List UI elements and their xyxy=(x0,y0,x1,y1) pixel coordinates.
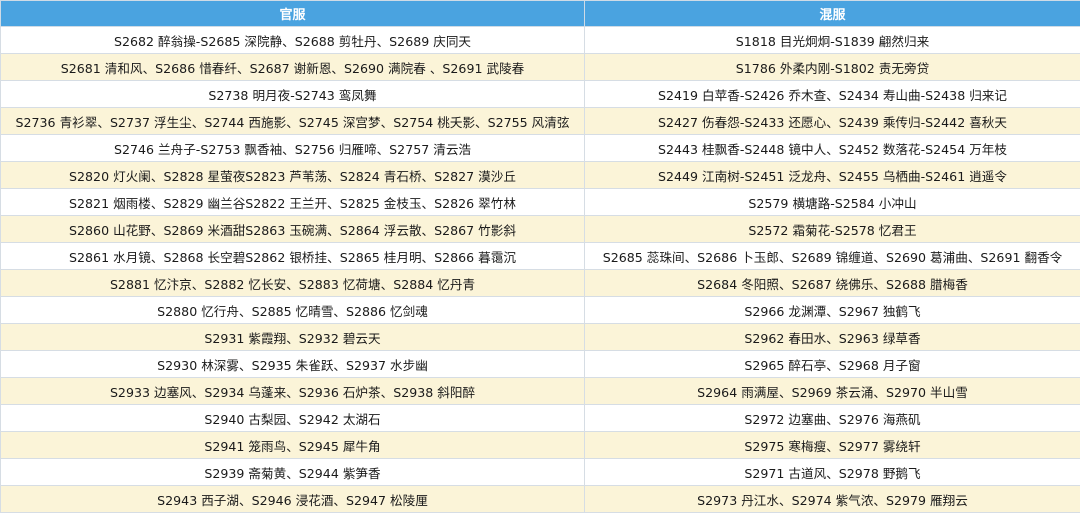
mixed-cell: S2684 冬阳照、S2687 绕佛乐、S2688 腊梅香 xyxy=(585,270,1080,297)
mixed-cell: S2449 江南树-S2451 泛龙舟、S2455 乌栖曲-S2461 逍遥令 xyxy=(585,162,1080,189)
header-official-servers: 官服 xyxy=(1,1,585,27)
table-row: S2931 紫霞翔、S2932 碧云天 S2962 春田水、S2963 绿草香 xyxy=(1,324,1080,351)
mixed-cell: S2572 霜菊花-S2578 忆君王 xyxy=(585,216,1080,243)
official-cell: S2738 明月夜-S2743 鸾凤舞 xyxy=(1,81,585,108)
header-row: 官服 混服 xyxy=(1,1,1080,27)
official-cell: S2940 古梨园、S2942 太湖石 xyxy=(1,405,585,432)
official-cell: S2746 兰舟子-S2753 飘香袖、S2756 归雁啼、S2757 清云浩 xyxy=(1,135,585,162)
official-cell: S2880 忆行舟、S2885 忆晴雪、S2886 忆剑魂 xyxy=(1,297,585,324)
mixed-cell: S2972 边塞曲、S2976 海燕矶 xyxy=(585,405,1080,432)
table-row: S2860 山花野、S2869 米酒甜S2863 玉碗满、S2864 浮云散、S… xyxy=(1,216,1080,243)
header-mixed-servers: 混服 xyxy=(585,1,1080,27)
table-row: S2861 水月镜、S2868 长空碧S2862 银桥挂、S2865 桂月明、S… xyxy=(1,243,1080,270)
mixed-cell: S2971 古道风、S2978 野鹅飞 xyxy=(585,459,1080,486)
mixed-cell: S2427 伤春怨-S2433 还愿心、S2439 乘传归-S2442 喜秋天 xyxy=(585,108,1080,135)
official-cell: S2681 清和风、S2686 惜春纤、S2687 谢新恩、S2690 满院春 … xyxy=(1,54,585,81)
official-cell: S2943 西子湖、S2946 浸花酒、S2947 松陵厘 xyxy=(1,486,585,513)
server-table: 官服 混服 S2682 醉翁操-S2685 深院静、S2688 剪牡丹、S268… xyxy=(0,0,1080,513)
mixed-cell: S2966 龙渊潭、S2967 独鹤飞 xyxy=(585,297,1080,324)
mixed-cell: S1818 目光炯炯-S1839 翩然归来 xyxy=(585,27,1080,54)
table-row: S2682 醉翁操-S2685 深院静、S2688 剪牡丹、S2689 庆同天 … xyxy=(1,27,1080,54)
official-cell: S2861 水月镜、S2868 长空碧S2862 银桥挂、S2865 桂月明、S… xyxy=(1,243,585,270)
table-row: S2681 清和风、S2686 惜春纤、S2687 谢新恩、S2690 满院春 … xyxy=(1,54,1080,81)
official-cell: S2736 青衫翠、S2737 浮生尘、S2744 西施影、S2745 深宫梦、… xyxy=(1,108,585,135)
table-row: S2881 忆汴京、S2882 忆长安、S2883 忆荷塘、S2884 忆丹青 … xyxy=(1,270,1080,297)
table-row: S2930 林深雾、S2935 朱雀跃、S2937 水步幽 S2965 醉石亭、… xyxy=(1,351,1080,378)
official-cell: S2881 忆汴京、S2882 忆长安、S2883 忆荷塘、S2884 忆丹青 xyxy=(1,270,585,297)
official-cell: S2941 笼雨鸟、S2945 犀牛角 xyxy=(1,432,585,459)
mixed-cell: S2975 寒梅瘦、S2977 雾绕轩 xyxy=(585,432,1080,459)
official-cell: S2930 林深雾、S2935 朱雀跃、S2937 水步幽 xyxy=(1,351,585,378)
mixed-cell: S2962 春田水、S2963 绿草香 xyxy=(585,324,1080,351)
mixed-cell: S2579 横塘路-S2584 小冲山 xyxy=(585,189,1080,216)
official-cell: S2821 烟雨楼、S2829 幽兰谷S2822 王兰开、S2825 金枝玉、S… xyxy=(1,189,585,216)
mixed-cell: S2964 雨满屋、S2969 茶云涌、S2970 半山雪 xyxy=(585,378,1080,405)
official-cell: S2860 山花野、S2869 米酒甜S2863 玉碗满、S2864 浮云散、S… xyxy=(1,216,585,243)
official-cell: S2939 斋菊黄、S2944 紫笋香 xyxy=(1,459,585,486)
table-row: S2941 笼雨鸟、S2945 犀牛角 S2975 寒梅瘦、S2977 雾绕轩 xyxy=(1,432,1080,459)
table-row: S2821 烟雨楼、S2829 幽兰谷S2822 王兰开、S2825 金枝玉、S… xyxy=(1,189,1080,216)
table-row: S2746 兰舟子-S2753 飘香袖、S2756 归雁啼、S2757 清云浩 … xyxy=(1,135,1080,162)
mixed-cell: S2443 桂飘香-S2448 镜中人、S2452 数落花-S2454 万年枝 xyxy=(585,135,1080,162)
table-row: S2738 明月夜-S2743 鸾凤舞 S2419 白苹香-S2426 乔木查、… xyxy=(1,81,1080,108)
official-cell: S2820 灯火阑、S2828 星萤夜S2823 芦苇荡、S2824 青石桥、S… xyxy=(1,162,585,189)
table-row: S2820 灯火阑、S2828 星萤夜S2823 芦苇荡、S2824 青石桥、S… xyxy=(1,162,1080,189)
table-row: S2736 青衫翠、S2737 浮生尘、S2744 西施影、S2745 深宫梦、… xyxy=(1,108,1080,135)
official-cell: S2682 醉翁操-S2685 深院静、S2688 剪牡丹、S2689 庆同天 xyxy=(1,27,585,54)
mixed-cell: S1786 外柔内刚-S1802 责无旁贷 xyxy=(585,54,1080,81)
official-cell: S2933 边塞风、S2934 乌蓬来、S2936 石炉茶、S2938 斜阳醉 xyxy=(1,378,585,405)
mixed-cell: S2685 蕊珠间、S2686 卜玉郎、S2689 锦缠道、S2690 葛浦曲、… xyxy=(585,243,1080,270)
mixed-cell: S2419 白苹香-S2426 乔木查、S2434 寿山曲-S2438 归来记 xyxy=(585,81,1080,108)
official-cell: S2931 紫霞翔、S2932 碧云天 xyxy=(1,324,585,351)
mixed-cell: S2973 丹江水、S2974 紫气浓、S2979 雁翔云 xyxy=(585,486,1080,513)
table-row: S2943 西子湖、S2946 浸花酒、S2947 松陵厘 S2973 丹江水、… xyxy=(1,486,1080,513)
table-row: S2940 古梨园、S2942 太湖石 S2972 边塞曲、S2976 海燕矶 xyxy=(1,405,1080,432)
mixed-cell: S2965 醉石亭、S2968 月子窗 xyxy=(585,351,1080,378)
table-row: S2880 忆行舟、S2885 忆晴雪、S2886 忆剑魂 S2966 龙渊潭、… xyxy=(1,297,1080,324)
table-row: S2939 斋菊黄、S2944 紫笋香 S2971 古道风、S2978 野鹅飞 xyxy=(1,459,1080,486)
table-row: S2933 边塞风、S2934 乌蓬来、S2936 石炉茶、S2938 斜阳醉 … xyxy=(1,378,1080,405)
